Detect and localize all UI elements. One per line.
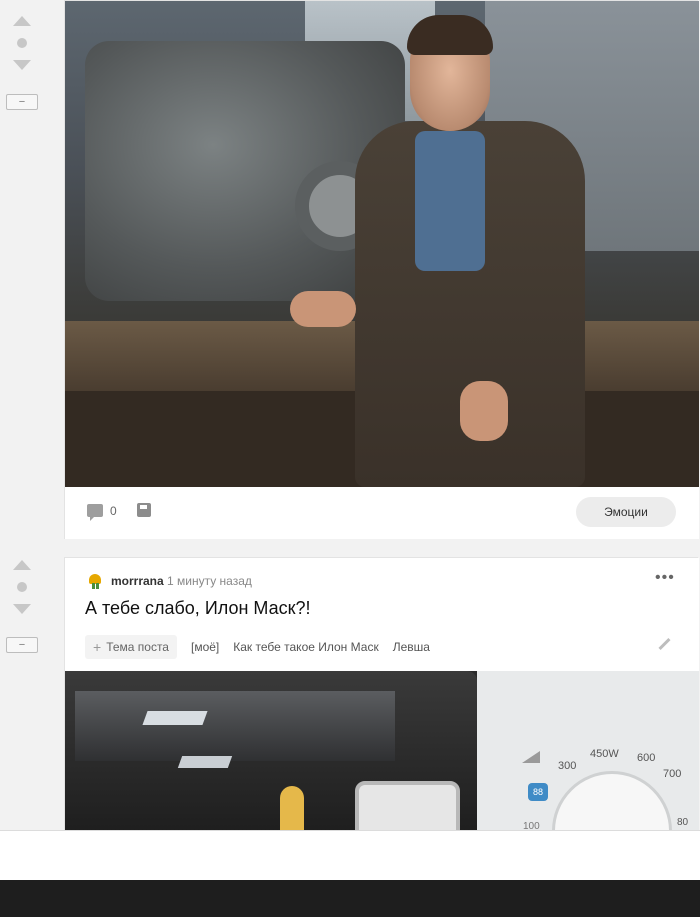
washer-mark: 600 — [637, 752, 656, 764]
washer-mark: 450W — [590, 748, 619, 760]
collapse-label: − — [18, 639, 26, 651]
tag-link[interactable]: Как тебе такое Илон Маск — [233, 640, 378, 654]
tag-link[interactable]: [моё] — [191, 640, 219, 654]
page-bottom-area — [0, 830, 700, 880]
tag-topic-label: Тема поста — [106, 640, 169, 654]
author-name[interactable]: morrrana — [111, 574, 164, 588]
washer-mark: 700 — [663, 768, 682, 780]
pencil-icon[interactable] — [657, 638, 671, 652]
vote-up-icon[interactable] — [13, 16, 31, 26]
more-icon[interactable]: ••• — [655, 570, 675, 586]
washer-mark: 100 — [523, 821, 540, 830]
washer-mark: 80 — [677, 817, 689, 828]
post-header: morrrana 1 минуту назад ••• А тебе слабо… — [65, 558, 699, 671]
washer-mark: 300 — [558, 760, 577, 772]
vote-neutral-icon[interactable] — [17, 38, 27, 48]
avatar[interactable] — [87, 572, 105, 590]
post-title[interactable]: А тебе слабо, Илон Маск?! — [85, 598, 311, 619]
emotions-label: Эмоции — [604, 505, 648, 519]
comment-icon[interactable] — [87, 504, 103, 521]
tag-topic-button[interactable]: + Тема поста — [85, 635, 177, 659]
eco-icon: 88 — [528, 783, 548, 801]
post-image[interactable]: 88 300 450W 600 700 100 80 — [65, 671, 699, 830]
collapse-button[interactable]: − — [6, 637, 38, 653]
feed: − 0 Эмоции − morrrana 1 минуту назад •••… — [0, 0, 700, 830]
post-card-2: morrrana 1 минуту назад ••• А тебе слабо… — [64, 557, 699, 830]
save-icon[interactable] — [137, 503, 151, 517]
post-card-1: 0 Эмоции — [64, 0, 699, 539]
post-tags: + Тема поста [моё] Как тебе такое Илон М… — [85, 635, 430, 659]
emotions-button[interactable]: Эмоции — [576, 497, 676, 527]
vote-down-icon[interactable] — [13, 604, 31, 614]
collapse-button[interactable]: − — [6, 94, 38, 110]
plus-icon: + — [93, 639, 102, 655]
post-actions: 0 Эмоции — [65, 487, 699, 539]
vote-up-icon[interactable] — [13, 560, 31, 570]
comments-count[interactable]: 0 — [110, 504, 117, 518]
footer-bar — [0, 880, 700, 917]
tag-link[interactable]: Левша — [393, 640, 430, 654]
post-image[interactable] — [65, 1, 699, 487]
post-time: 1 минуту назад — [167, 574, 252, 588]
vote-column-post-1: − — [0, 0, 46, 120]
vote-neutral-icon[interactable] — [17, 582, 27, 592]
vote-down-icon[interactable] — [13, 60, 31, 70]
collapse-label: − — [18, 96, 26, 108]
vote-column-post-2: − — [0, 556, 46, 666]
